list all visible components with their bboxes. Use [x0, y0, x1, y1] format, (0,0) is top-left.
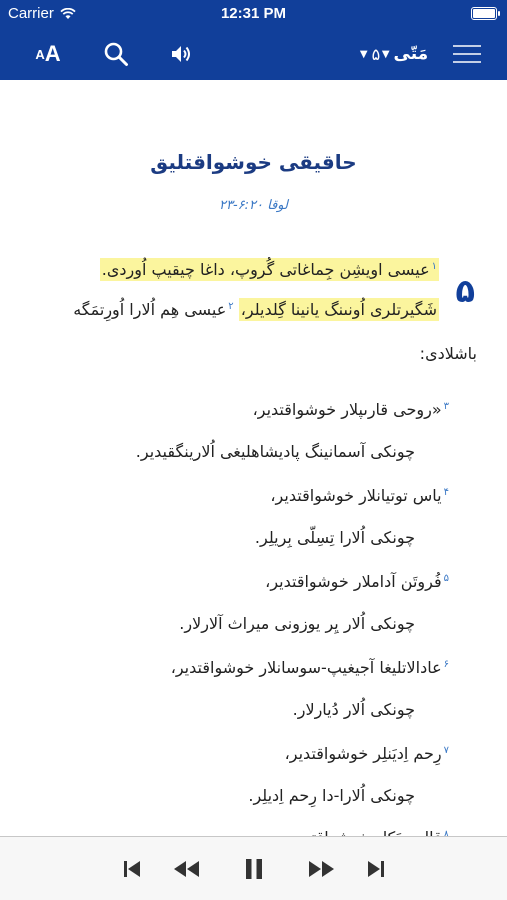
rewind-button[interactable]	[170, 855, 202, 883]
cross-reference-link[interactable]: لوقا ۶:۲۰-۲۳	[0, 198, 507, 213]
status-bar: Carrier 12:31 PM	[0, 0, 507, 28]
verse-number: ۴	[443, 487, 449, 498]
clock: 12:31 PM	[220, 5, 287, 22]
search-button[interactable]	[96, 28, 136, 80]
rewind-icon	[174, 861, 199, 877]
verse-number: ۵	[443, 573, 449, 584]
verse-line[interactable]: ۳«روحی قارىپلار خوشواقتدیر،	[253, 392, 449, 431]
verse-number: ۳	[443, 401, 449, 412]
chevron-down-icon: ▼	[359, 48, 368, 60]
skip-previous-button[interactable]	[118, 855, 146, 883]
verse-line[interactable]: چونکی اُلارا-دا رِحم اِدیلِر.	[248, 778, 415, 814]
verse-number: ۷	[443, 745, 449, 756]
audio-button[interactable]	[164, 28, 200, 80]
pause-icon	[246, 859, 262, 879]
verse-line[interactable]: چونکی آسمانینگ پادیشاهلیغی اُلارینگقیدیر…	[136, 434, 415, 470]
scripture-content[interactable]: حاقیقی خوشواقتلیق لوقا ۶:۲۰-۲۳ ۵ ۱عیسی ا…	[0, 80, 507, 836]
verse-number: ۸	[443, 829, 449, 836]
fast-forward-icon	[309, 861, 334, 877]
chapter-number: ۵	[455, 272, 475, 310]
hamburger-icon	[453, 45, 481, 63]
top-nav-bar: AA ۵ ▼ مَتّی ▼	[0, 28, 507, 80]
pause-button[interactable]	[240, 855, 268, 883]
verse-line[interactable]: ۶عادالاتلیغا آجیغیپ-سوسانلار خوشواقتدیر،	[171, 650, 449, 689]
verse-line[interactable]: ۱عیسی اویشِن جِماغاتی گُروپ، داغا چیقیپ …	[99, 252, 439, 291]
verse-line[interactable]: ۴یاس توتیانلار خوشواقتدیر،	[270, 478, 449, 517]
menu-button[interactable]	[450, 28, 484, 80]
search-icon	[104, 42, 128, 66]
skip-next-button[interactable]	[362, 855, 390, 883]
verse-line[interactable]: ۵فُروتَن آداملار خوشواقتدیر،	[265, 564, 449, 603]
skip-previous-icon	[124, 861, 140, 877]
battery-icon	[471, 7, 500, 20]
fast-forward-button[interactable]	[306, 855, 338, 883]
highlighted-text[interactable]: ۱عیسی اویشِن جِماغاتی گُروپ، داغا چیقیپ …	[99, 258, 439, 281]
book-selector[interactable]: مَتّی ▼	[370, 28, 440, 80]
section-heading: حاقیقی خوشواقتلیق	[150, 150, 357, 174]
verse-line[interactable]: ۸قالبی پَکلر خوشواقتدیر،	[285, 820, 449, 836]
verse-line[interactable]: ۷رِحم اِدیَنلِر خوشواقتدیر،	[285, 736, 449, 775]
audio-player-bar	[0, 837, 507, 900]
verse-line[interactable]: چونکی اُلار یِر یوزونی میراث آلارلار.	[179, 606, 415, 642]
verse-number: ۲	[228, 301, 234, 312]
verse-line[interactable]: چونکی اُلارا تِسِلّی بِریلِر.	[255, 520, 415, 556]
verse-number: ۶	[443, 659, 449, 670]
book-label: مَتّی	[393, 44, 429, 64]
verse-line[interactable]: چونکی اُلار دُیارلار.	[293, 692, 415, 728]
verse-line[interactable]: شَگیرتلری اُونىنگ یانینا گِلدیلر، ۲عیسی …	[73, 292, 439, 331]
skip-next-icon	[368, 861, 384, 877]
font-size-button[interactable]: AA	[28, 28, 68, 80]
highlighted-text[interactable]: شَگیرتلری اُونىنگ یانینا گِلدیلر،	[238, 298, 439, 321]
speaker-icon	[172, 46, 190, 62]
verse-number: ۱	[431, 261, 437, 272]
verse-line[interactable]: باشلادی:	[420, 336, 477, 372]
chevron-down-icon: ▼	[381, 48, 390, 60]
